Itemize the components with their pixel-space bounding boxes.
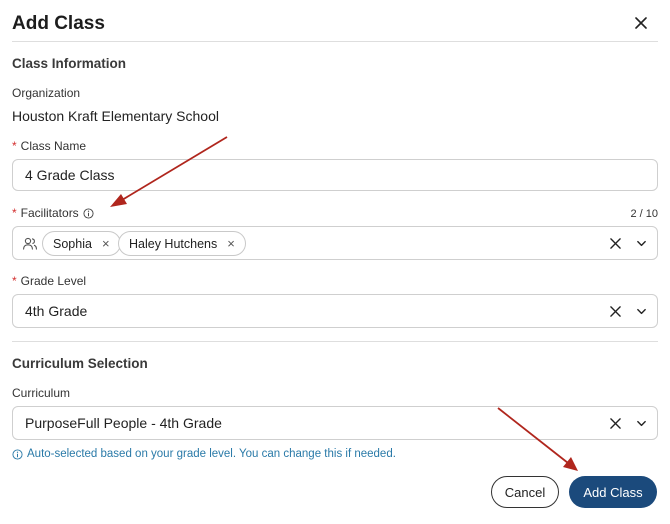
clear-curriculum-button[interactable] xyxy=(607,415,623,431)
chevron-down-icon xyxy=(636,308,646,314)
remove-facilitator-button[interactable]: × xyxy=(102,236,110,251)
grade-level-label-text: Grade Level xyxy=(20,274,87,288)
grade-level-select[interactable]: 4th Grade xyxy=(12,294,658,328)
cancel-button[interactable]: Cancel xyxy=(491,476,559,508)
curriculum-hint-text: Auto-selected based on your grade level.… xyxy=(27,448,396,460)
organization-label: Organization xyxy=(12,86,81,100)
class-name-label-text: Class Name xyxy=(20,139,87,153)
close-icon xyxy=(635,17,647,29)
curriculum-dropdown-toggle[interactable] xyxy=(633,415,649,431)
annotation-arrows xyxy=(110,136,578,471)
facilitator-chip-label: Haley Hutchens xyxy=(129,236,218,251)
facilitator-chip: Sophia × xyxy=(42,231,121,256)
facilitators-select[interactable]: Sophia × Haley Hutchens × xyxy=(12,226,658,260)
info-icon[interactable] xyxy=(83,207,94,219)
curriculum-select[interactable]: PurposeFull People - 4th Grade xyxy=(12,406,658,440)
curriculum-hint: Auto-selected based on your grade level.… xyxy=(12,448,396,460)
organization-value: Houston Kraft Elementary School xyxy=(12,108,219,124)
dialog-header: Add Class xyxy=(12,10,658,42)
dialog-title: Add Class xyxy=(12,13,105,34)
remove-facilitator-button[interactable]: × xyxy=(227,236,235,251)
curriculum-value: PurposeFull People - 4th Grade xyxy=(25,415,222,431)
curriculum-selection-heading: Curriculum Selection xyxy=(12,356,148,371)
required-mark: * xyxy=(12,206,17,220)
add-class-dialog: Add Class Class Information Organization… xyxy=(0,0,670,524)
chevron-down-icon xyxy=(636,240,646,246)
add-class-button[interactable]: Add Class xyxy=(569,476,657,508)
close-button[interactable] xyxy=(630,12,652,34)
facilitators-label-text: Facilitators xyxy=(20,206,79,220)
curriculum-label: Curriculum xyxy=(12,386,71,400)
clear-icon xyxy=(609,237,621,249)
clear-facilitators-button[interactable] xyxy=(607,235,623,251)
clear-icon xyxy=(609,305,621,317)
info-icon xyxy=(12,448,23,460)
facilitators-label: * Facilitators xyxy=(12,206,94,220)
class-name-value: 4 Grade Class xyxy=(25,167,115,183)
required-mark: * xyxy=(12,139,17,153)
grade-level-dropdown-toggle[interactable] xyxy=(633,303,649,319)
grade-level-value: 4th Grade xyxy=(25,303,88,319)
chevron-down-icon xyxy=(636,420,646,426)
section-divider xyxy=(12,341,658,342)
grade-level-label: * Grade Level xyxy=(12,274,86,288)
class-information-heading: Class Information xyxy=(12,56,127,71)
facilitators-dropdown-toggle[interactable] xyxy=(633,235,649,251)
facilitator-chip-label: Sophia xyxy=(53,236,92,251)
class-name-input[interactable]: 4 Grade Class xyxy=(12,159,658,191)
facilitator-chip: Haley Hutchens × xyxy=(118,231,246,256)
facilitators-count: 2 / 10 xyxy=(630,208,658,220)
required-mark: * xyxy=(12,274,17,288)
clear-icon xyxy=(609,417,621,429)
class-name-label: * Class Name xyxy=(12,139,86,153)
clear-grade-level-button[interactable] xyxy=(607,303,623,319)
users-icon xyxy=(22,237,38,250)
